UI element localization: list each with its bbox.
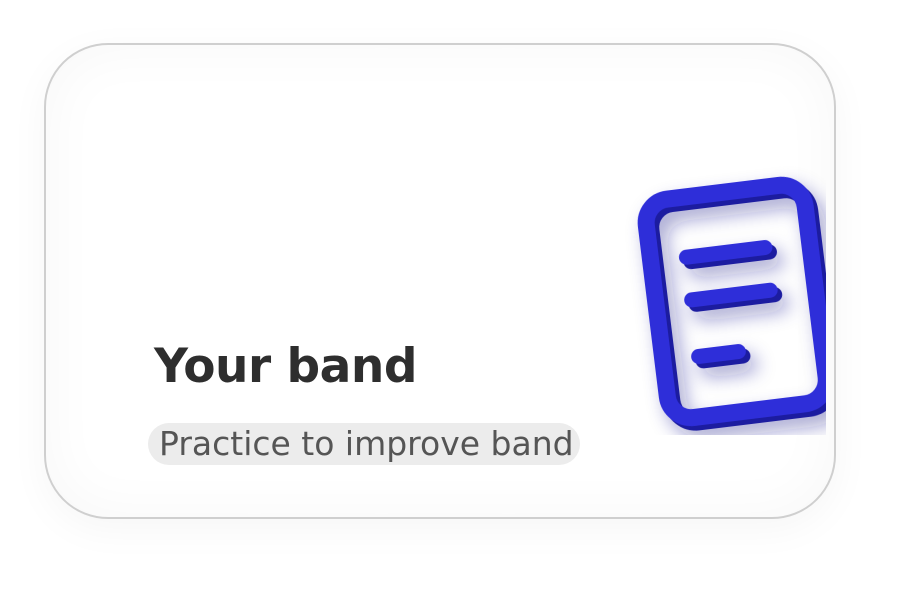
card-subtitle: Practice to improve band (148, 423, 580, 465)
document-icon (637, 176, 826, 431)
band-card[interactable]: Your band Practice to improve band (44, 43, 836, 519)
card-title: Your band (154, 339, 417, 394)
